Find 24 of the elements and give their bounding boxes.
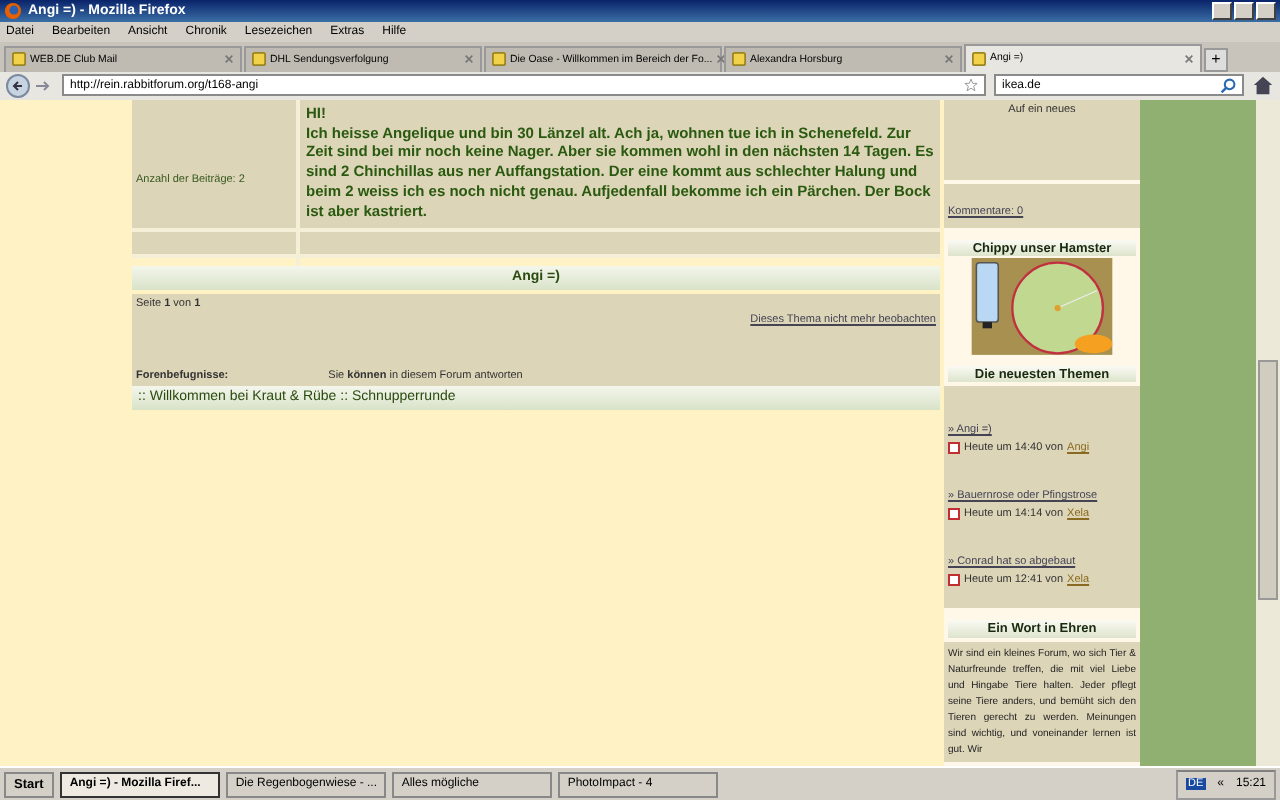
scrollbar[interactable]	[1256, 99, 1280, 767]
calendar-icon	[948, 508, 960, 521]
new-tab-button[interactable]: +	[1204, 47, 1228, 72]
calendar-icon	[948, 574, 960, 587]
close-icon[interactable]	[1184, 53, 1194, 64]
page-icon	[492, 52, 506, 67]
calendar-icon	[948, 442, 960, 455]
browser-logo-icon	[4, 1, 22, 20]
close-icon[interactable]	[716, 54, 727, 65]
minimize-button[interactable]	[1212, 1, 1232, 20]
page-icon	[972, 51, 986, 66]
close-icon[interactable]	[464, 54, 474, 65]
close-button[interactable]	[1256, 1, 1276, 20]
star-icon[interactable]	[964, 78, 978, 93]
home-icon[interactable]	[1252, 74, 1274, 97]
close-icon[interactable]	[224, 54, 234, 65]
close-icon[interactable]	[944, 54, 954, 65]
page-icon	[732, 52, 746, 67]
restore-button[interactable]	[1234, 1, 1254, 20]
page-icon	[252, 52, 266, 67]
page-icon	[12, 52, 26, 67]
back-forward-icon[interactable]	[6, 73, 54, 98]
scroll-thumb[interactable]	[1258, 359, 1278, 600]
search-icon[interactable]	[1220, 77, 1236, 94]
